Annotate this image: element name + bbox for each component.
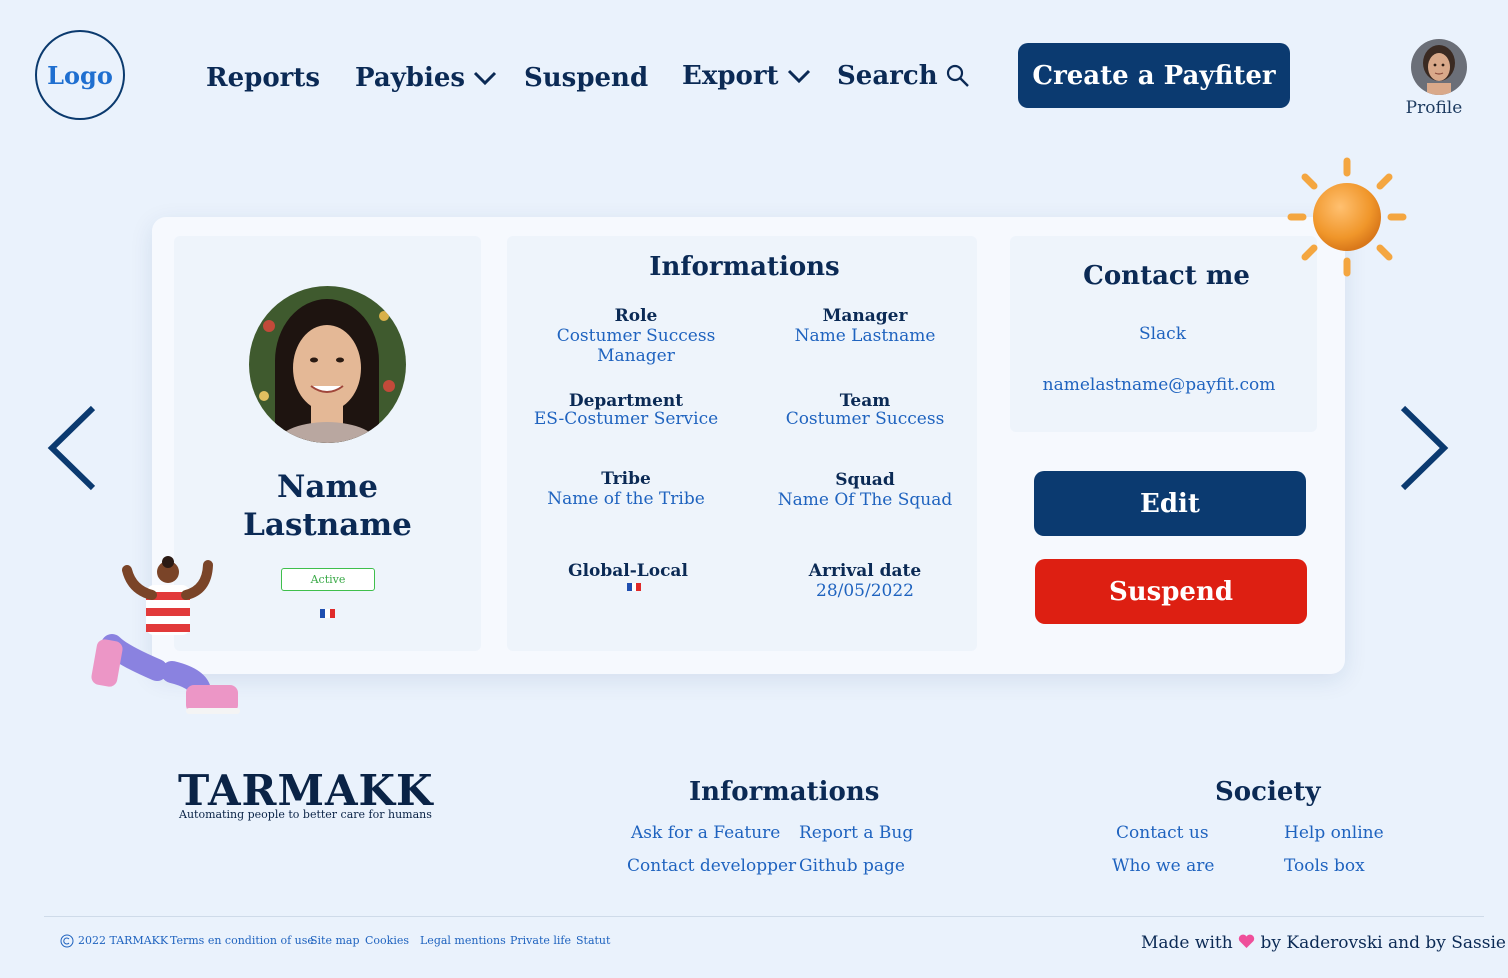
nav-suspend[interactable]: Suspend — [524, 60, 648, 96]
field-arrival-date-value: 28/05/2022 — [816, 581, 914, 601]
field-tribe-label: Tribe — [601, 469, 651, 489]
email-link[interactable]: namelastname@payfit.com — [1010, 375, 1308, 395]
legal-mentions-link[interactable]: Legal mentions — [420, 934, 506, 947]
field-squad-value: Name Of The Squad — [777, 490, 953, 510]
github-link[interactable]: Github page — [799, 856, 905, 876]
field-department-label: Department — [568, 391, 684, 411]
footer-divider — [44, 916, 1484, 917]
field-tribe-value: Name of the Tribe — [547, 489, 705, 509]
copyright-text: 2022 TARMAKK — [78, 934, 169, 947]
slack-link[interactable]: Slack — [1010, 324, 1315, 344]
contact-title: Contact me — [1083, 261, 1250, 291]
field-squad: Squad Name Of The Squad — [760, 470, 970, 510]
chevron-down-icon — [787, 69, 810, 84]
field-arrival-date-label: Arrival date — [808, 561, 922, 581]
made-by-text: by Kaderovski and by Sassie — [1260, 933, 1506, 953]
copyright-icon — [60, 934, 74, 948]
field-team-value: Costumer Success — [785, 409, 945, 429]
search-icon — [946, 64, 969, 87]
contact-developer-link[interactable]: Contact developper — [627, 856, 796, 876]
field-team-label: Team — [839, 391, 891, 411]
report-bug-link[interactable]: Report a Bug — [799, 823, 913, 843]
create-payfiter-button[interactable]: Create a Payfiter — [1018, 43, 1290, 108]
sitemap-link[interactable]: Site map — [310, 934, 360, 947]
field-global-local-label: Global-Local — [568, 561, 688, 581]
nav-export-label: Export — [682, 61, 779, 91]
edit-button[interactable]: Edit — [1034, 471, 1306, 536]
heart-icon — [1238, 934, 1255, 948]
previous-arrow-icon[interactable] — [46, 405, 98, 491]
status-badge: Active — [281, 568, 375, 591]
nav-reports-label: Reports — [206, 63, 321, 93]
help-online-link[interactable]: Help online — [1284, 823, 1384, 843]
made-with-credit: Made with by Kaderovski and by Sassie — [1141, 933, 1506, 953]
statut-link[interactable]: Statut — [576, 934, 610, 947]
terms-link[interactable]: Terms en condition of use — [170, 934, 314, 947]
field-department: Department ES-Costumer Service — [516, 391, 736, 429]
footer-informations-title: Informations — [689, 777, 880, 807]
person-photo — [249, 286, 406, 443]
chevron-down-icon — [473, 71, 497, 86]
profile-label: Profile — [1405, 98, 1463, 118]
field-global-local: Global-Local — [518, 561, 738, 591]
field-role-label: Role — [614, 306, 658, 326]
who-we-are-link[interactable]: Who we are — [1112, 856, 1214, 876]
field-manager-label: Manager — [822, 306, 908, 326]
footer-tagline: Automating people to better care for hum… — [179, 808, 432, 821]
contact-us-link[interactable]: Contact us — [1116, 823, 1209, 843]
flag-france-icon — [320, 609, 335, 618]
field-team: Team Costumer Success — [760, 391, 970, 429]
field-manager-value: Name Lastname — [794, 326, 936, 346]
private-life-link[interactable]: Private life — [510, 934, 571, 947]
field-tribe: Tribe Name of the Tribe — [516, 469, 736, 509]
next-arrow-icon[interactable] — [1398, 405, 1450, 491]
field-manager: Manager Name Lastname — [760, 306, 970, 346]
field-role-value: Costumer Success Manager — [556, 326, 716, 366]
nav-export[interactable]: Export — [682, 58, 811, 94]
field-squad-label: Squad — [835, 470, 895, 490]
runner-illustration — [91, 556, 240, 714]
nav-paybies[interactable]: Paybies — [355, 60, 497, 96]
person-name: Name Lastname — [176, 468, 479, 544]
person-last-name: Lastname — [243, 507, 412, 543]
cookies-link[interactable]: Cookies — [365, 934, 409, 947]
ask-feature-link[interactable]: Ask for a Feature — [631, 823, 780, 843]
person-first-name: Name — [277, 469, 378, 505]
field-arrival-date: Arrival date 28/05/2022 — [760, 561, 970, 601]
field-role: Role Costumer Success Manager — [516, 306, 756, 366]
nav-suspend-label: Suspend — [524, 63, 649, 93]
informations-title: Informations — [649, 252, 840, 282]
suspend-button[interactable]: Suspend — [1035, 559, 1307, 624]
nav-reports[interactable]: Reports — [206, 60, 320, 96]
field-department-value: ES-Costumer Service — [533, 409, 719, 429]
nav-paybies-label: Paybies — [355, 63, 466, 93]
nav-search-label: Search — [837, 61, 938, 91]
tools-box-link[interactable]: Tools box — [1284, 856, 1365, 876]
flag-france-icon — [627, 583, 642, 591]
nav-search[interactable]: Search — [837, 58, 970, 94]
logo[interactable]: Logo — [35, 30, 125, 120]
profile-avatar[interactable] — [1411, 39, 1467, 95]
made-with-text: Made with — [1141, 933, 1233, 953]
footer-society-title: Society — [1215, 777, 1321, 807]
